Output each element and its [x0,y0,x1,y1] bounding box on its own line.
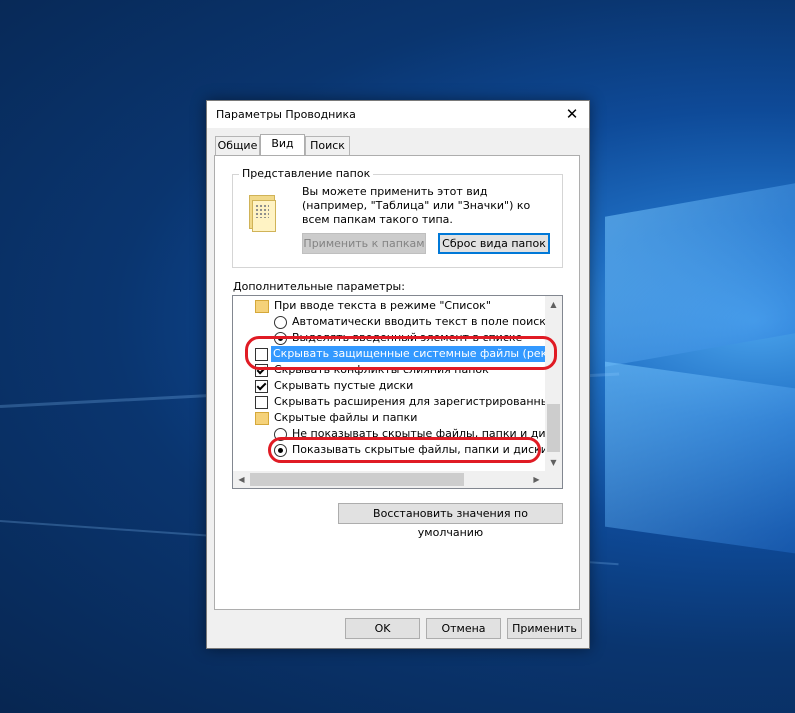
checkbox[interactable] [255,348,268,361]
folder-views-description: Вы можете применить этот вид (например, … [302,185,531,226]
radio-button[interactable] [274,444,287,457]
wallpaper-window-pane [605,361,795,554]
vertical-scrollbar[interactable]: ▲ ▼ [545,296,562,471]
advanced-settings-label: Дополнительные параметры: [233,280,405,293]
apply-button[interactable]: Применить [507,618,582,639]
checkbox[interactable] [255,396,268,409]
folder-view-icon [249,195,276,232]
scroll-up-icon[interactable]: ▲ [545,296,562,313]
folder-views-group: Представление папок Вы можете применить … [232,167,563,268]
wallpaper-window-pane [605,183,795,367]
radio-button[interactable] [274,428,287,441]
cancel-button[interactable]: Отмена [426,618,501,639]
dialog-title: Параметры Проводника [216,108,356,121]
ok-button[interactable]: OK [345,618,420,639]
view-tab-panel: Представление папок Вы можете применить … [214,155,580,610]
title-bar[interactable]: Параметры Проводника ✕ [207,101,589,128]
radio-button[interactable] [274,316,287,329]
scroll-down-icon[interactable]: ▼ [545,454,562,471]
scrollbar-corner [545,471,562,488]
reset-folders-button[interactable]: Сброс вида папок [438,233,550,254]
tab-search[interactable]: Поиск [305,136,350,155]
close-icon[interactable]: ✕ [555,101,589,128]
scroll-thumb[interactable] [250,473,464,486]
restore-defaults-button[interactable]: Восстановить значения по умолчанию [338,503,563,539]
tab-general[interactable]: Общие [215,136,260,155]
horizontal-scrollbar[interactable]: ◀ ▶ [233,471,545,488]
checkbox[interactable] [255,364,268,377]
radio-button[interactable] [274,332,287,345]
tab-view[interactable]: Вид [260,134,305,155]
folder-icon [255,300,269,313]
scroll-right-icon[interactable]: ▶ [528,471,545,488]
scroll-thumb[interactable] [547,404,560,452]
folder-options-dialog: Параметры Проводника ✕ Общие Вид Поиск П… [206,100,590,649]
folder-views-label: Представление папок [239,167,374,180]
advanced-settings-list[interactable]: При вводе текста в режиме "Список" Автом… [232,295,563,489]
scroll-left-icon[interactable]: ◀ [233,471,250,488]
folder-icon [255,412,269,425]
apply-to-folders-button[interactable]: Применить к папкам [302,233,426,254]
checkbox[interactable] [255,380,268,393]
